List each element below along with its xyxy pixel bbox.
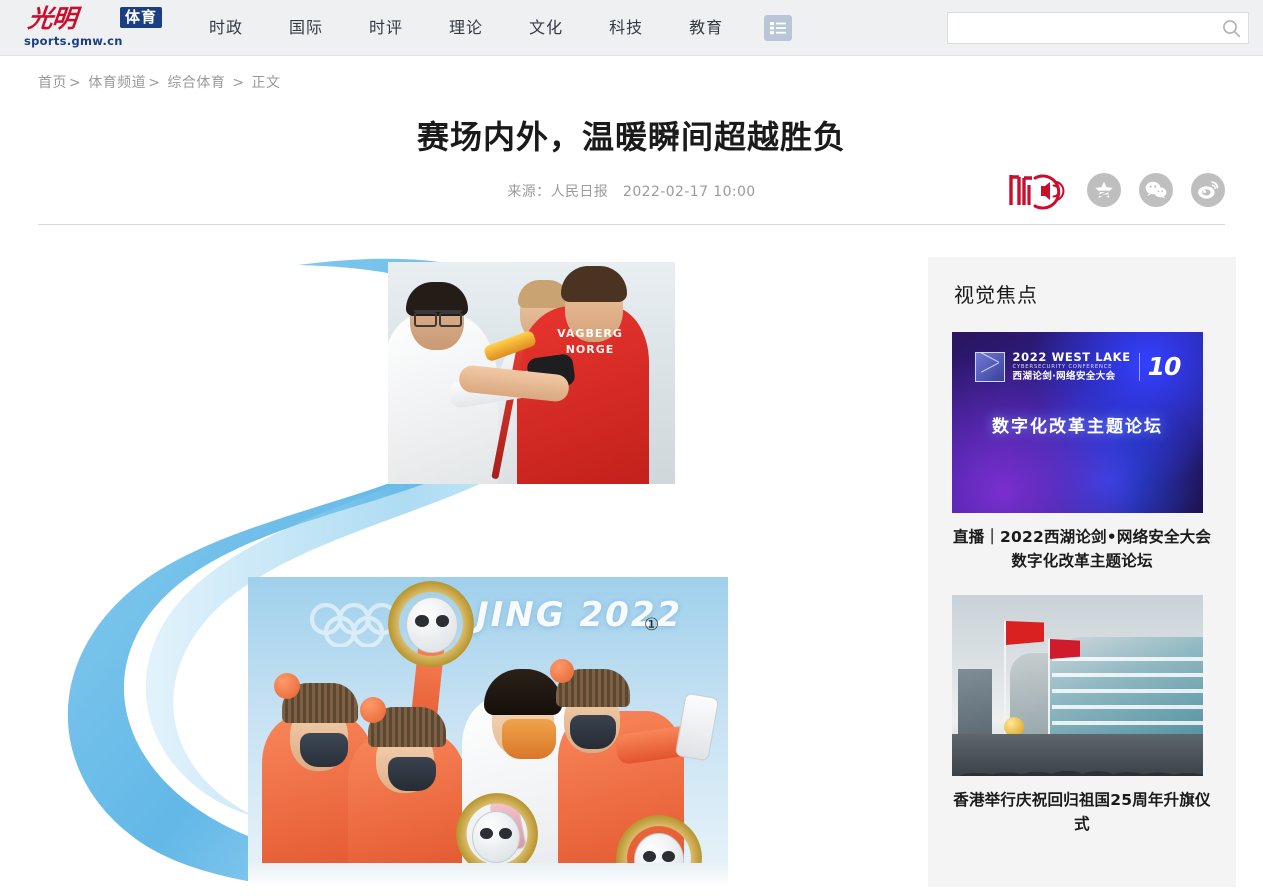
article-figure: VAGBERG NORGE JING 2022 ① <box>48 247 748 887</box>
hong-kong-flag-icon <box>1050 639 1080 659</box>
nav-item-keji[interactable]: 科技 <box>586 18 666 38</box>
listen-button[interactable] <box>1007 168 1069 212</box>
nav-item-jiaoyu[interactable]: 教育 <box>666 18 746 38</box>
breadcrumb-separator: > <box>232 75 245 91</box>
article-header: 赛场内外，温暖瞬间超越胜负 来源：人民日报 2022-02-17 10:00 <box>38 92 1225 224</box>
sidebar-thumb-hong-kong[interactable] <box>952 595 1203 776</box>
figure-marker-1: ① <box>644 615 660 635</box>
hk-flagpole-hk <box>1048 639 1050 749</box>
search-icon[interactable] <box>1214 13 1248 43</box>
west-lake-cn-title: 西湖论剑·网络安全大会 <box>1012 371 1116 382</box>
page-title: 赛场内外，温暖瞬间超越胜负 <box>416 118 846 156</box>
hk-building-balconies <box>1052 657 1203 735</box>
face-mask-3 <box>570 715 616 749</box>
nav-item-wenhua[interactable]: 文化 <box>506 18 586 38</box>
logo-sports-badge: 体育 <box>119 6 162 28</box>
breadcrumb-item-article: 正文 <box>251 75 281 91</box>
jersey-text: VAGBERG NORGE <box>557 327 623 356</box>
search-box[interactable] <box>947 12 1249 44</box>
wechat-share-icon[interactable] <box>1139 173 1173 207</box>
bing-dwen-dwen-mascot-1 <box>406 597 458 653</box>
nav-item-shizheng[interactable]: 时政 <box>186 18 266 38</box>
article-meta-row: 来源：人民日报 2022-02-17 10:00 <box>38 158 1225 224</box>
nav-item-lilun[interactable]: 理论 <box>426 18 506 38</box>
qzone-share-icon[interactable] <box>1087 173 1121 207</box>
breadcrumb: 首页 > 体育频道 > 综合体育 > 正文 <box>0 56 1263 92</box>
china-flag-icon <box>1006 621 1044 645</box>
nav-item-guoji[interactable]: 国际 <box>266 18 346 38</box>
norwegian-athlete-hair <box>561 266 627 302</box>
photo-ground <box>248 863 728 887</box>
west-lake-titles: 2022 WEST LAKE CYBERSECURITY CONFERENCE … <box>1013 351 1131 383</box>
list-icon[interactable] <box>764 14 793 41</box>
face-mask-2 <box>388 757 436 791</box>
article-timestamp: 2022-02-17 10:00 <box>623 184 756 200</box>
sidebar-card-west-lake[interactable]: 2022 WEST LAKE CYBERSECURITY CONFERENCE … <box>952 332 1212 573</box>
sidebar-caption-west-lake[interactable]: 直播｜2022西湖论剑•网络安全大会数字化改革主题论坛 <box>952 525 1212 573</box>
content-area: VAGBERG NORGE JING 2022 ① 视觉焦点 2022 WEST… <box>0 225 1263 887</box>
breadcrumb-item-home[interactable]: 首页 <box>38 75 67 91</box>
breadcrumb-item-general-sports[interactable]: 综合体育 <box>167 75 225 91</box>
search-input[interactable] <box>948 13 1214 43</box>
sidebar-caption-hong-kong[interactable]: 香港举行庆祝回归祖国25周年升旗仪式 <box>952 788 1212 836</box>
west-lake-logo-row: 2022 WEST LAKE CYBERSECURITY CONFERENCE … <box>952 351 1203 383</box>
breadcrumb-item-sports-channel[interactable]: 体育频道 <box>88 75 146 91</box>
hk-crowd <box>952 734 1203 776</box>
article-source: 来源：人民日报 <box>507 184 609 200</box>
west-lake-forum-headline: 数字化改革主题论坛 <box>992 417 1163 437</box>
west-lake-divider <box>1138 353 1140 381</box>
sidebar-title: 视觉焦点 <box>954 283 1038 307</box>
site-header: 光明 体育 sports.gmw.cn 时政 国际 时评 理论 文化 科技 教育 <box>0 0 1263 56</box>
face-mask-1 <box>300 733 348 767</box>
nav-item-shiping[interactable]: 时评 <box>346 18 426 38</box>
face-mask-china <box>502 719 556 759</box>
weibo-share-icon[interactable] <box>1191 173 1225 207</box>
beanie-pom-1 <box>274 673 300 699</box>
site-logo[interactable]: 光明 体育 sports.gmw.cn <box>24 3 162 51</box>
west-lake-en-title: 2022 WEST LAKE <box>1012 350 1131 364</box>
article-body: VAGBERG NORGE JING 2022 ① <box>38 225 918 887</box>
west-lake-anniversary-number: 10 <box>1147 352 1182 381</box>
main-nav: 时政 国际 时评 理论 文化 科技 教育 <box>186 14 793 41</box>
breadcrumb-separator: > <box>69 75 82 91</box>
sidebar: 视觉焦点 2022 WEST LAKE CYBERSECURITY CONFER… <box>928 257 1236 887</box>
west-lake-en-subtitle: CYBERSECURITY CONFERENCE <box>1012 364 1113 370</box>
west-lake-emblem-icon <box>974 352 1005 382</box>
glasses-icon <box>414 310 462 327</box>
breadcrumb-separator: > <box>148 75 161 91</box>
hk-far-building <box>958 669 992 735</box>
curling-handshake-photo: VAGBERG NORGE <box>388 262 675 484</box>
article-actions <box>1007 168 1225 212</box>
sidebar-thumb-west-lake[interactable]: 2022 WEST LAKE CYBERSECURITY CONFERENCE … <box>952 332 1203 513</box>
beanie-pom-3 <box>550 659 574 683</box>
bing-dwen-dwen-mascot-2 <box>472 811 520 863</box>
beanie-pom-2 <box>360 697 386 723</box>
logo-domain-text: sports.gmw.cn <box>24 33 123 48</box>
sidebar-card-hong-kong[interactable]: 香港举行庆祝回归祖国25周年升旗仪式 <box>952 595 1212 836</box>
logo-guangming-text: 光明 <box>26 3 78 33</box>
